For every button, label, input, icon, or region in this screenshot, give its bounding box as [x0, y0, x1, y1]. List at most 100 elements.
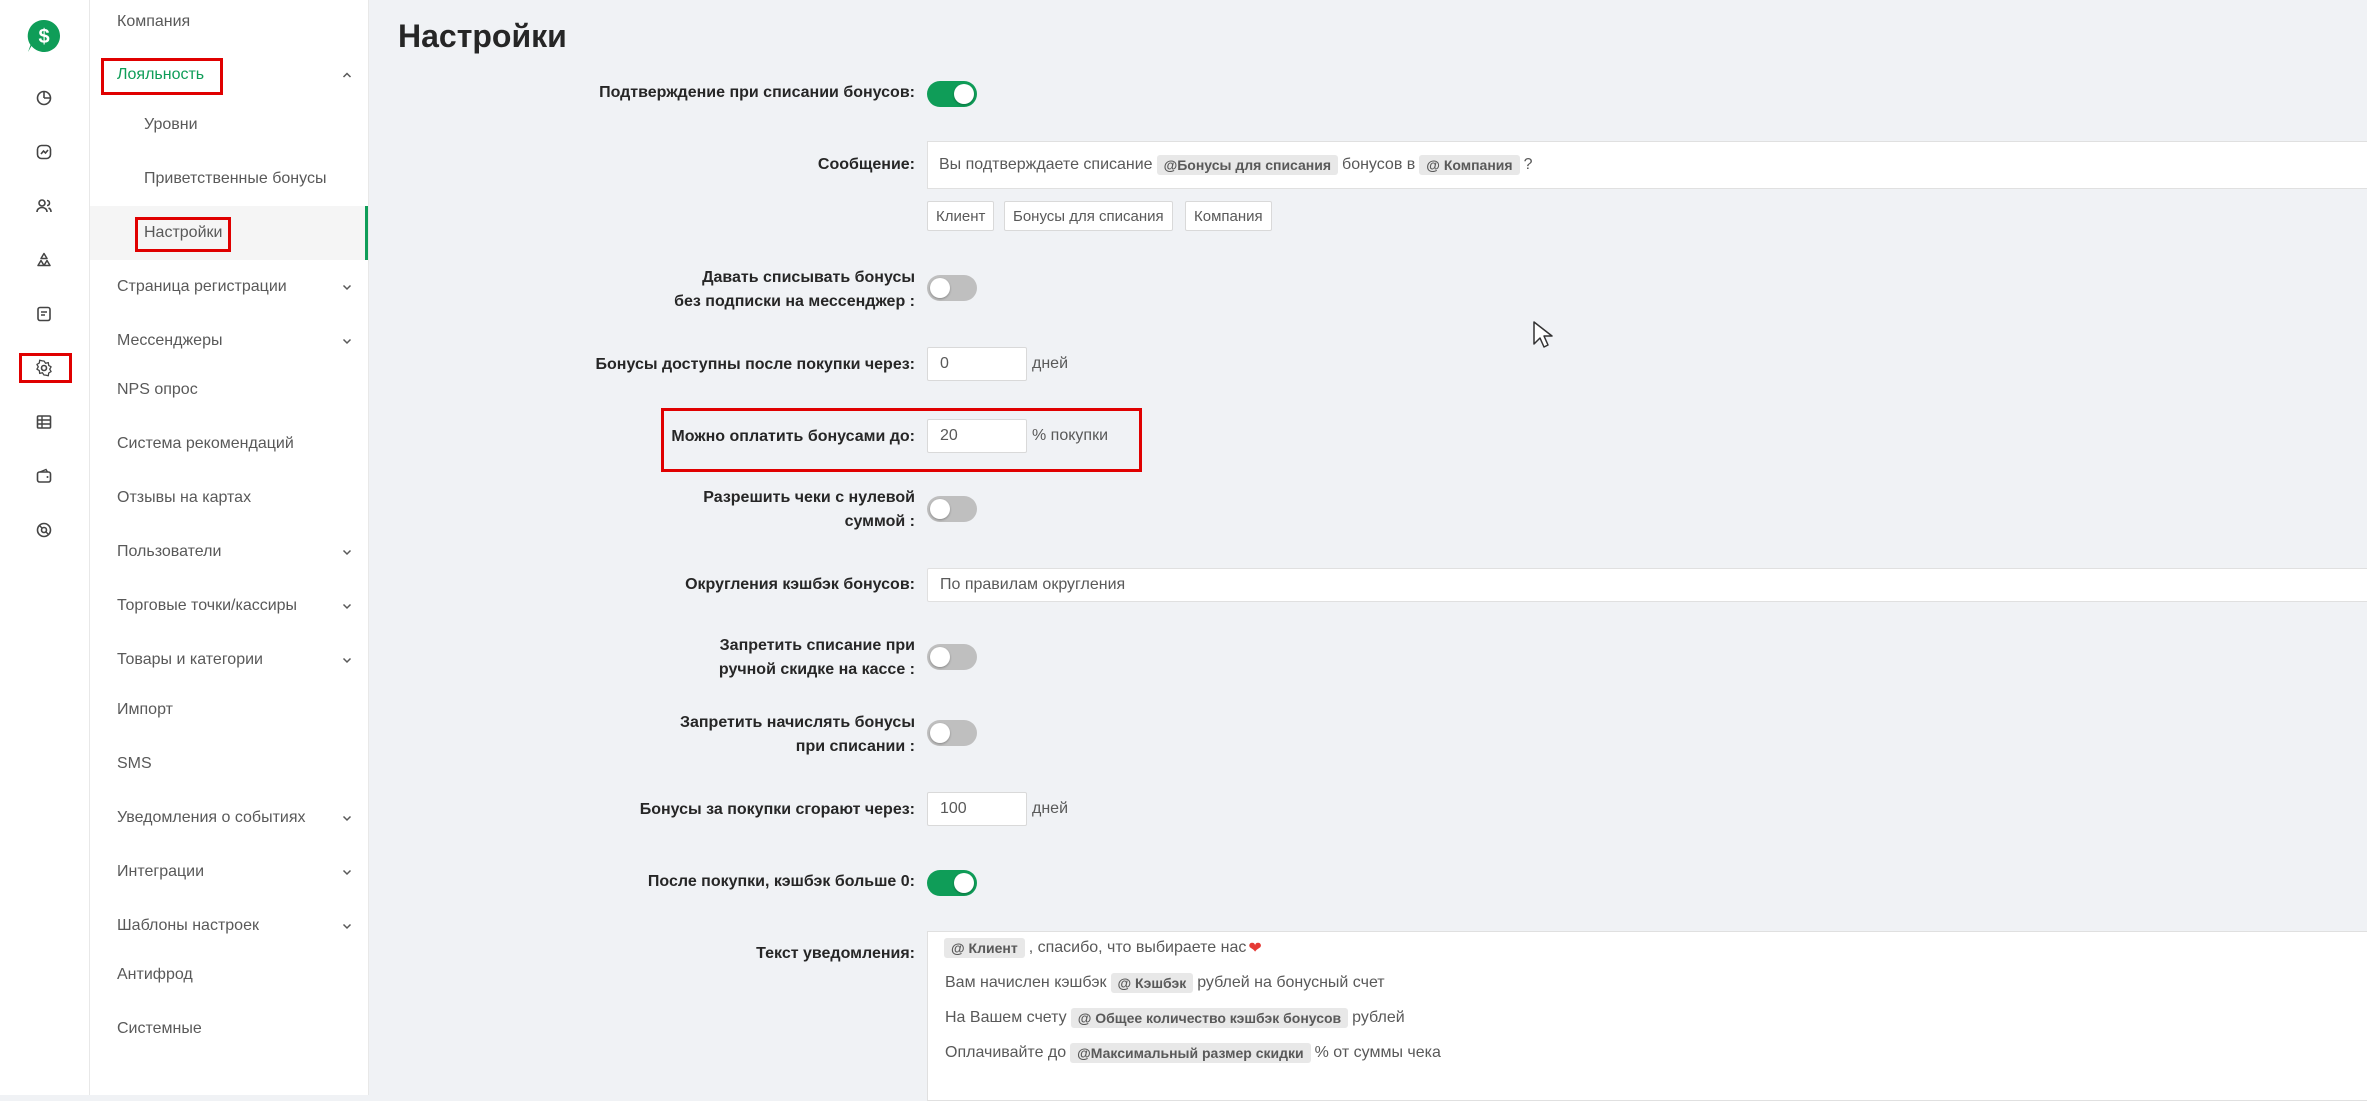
nav-levels[interactable]: Уровни: [90, 98, 368, 152]
notification-label: Текст уведомления:: [756, 945, 915, 962]
chevron-down-icon: [342, 869, 352, 876]
nav-import[interactable]: Импорт: [90, 683, 368, 737]
chevron-down-icon: [342, 338, 352, 345]
nav-loyalty[interactable]: Лояльность: [90, 48, 368, 102]
chevron-up-icon: [342, 72, 352, 78]
label-line: без подписки на мессенджер :: [674, 293, 915, 310]
chevron-down-icon: [342, 603, 352, 610]
nav-label: Отзывы на картах: [117, 489, 252, 506]
notification-text: Оплачивайте до: [945, 1044, 1067, 1061]
label-line: Давать списывать бонусы: [702, 269, 915, 286]
recycle-icon[interactable]: [32, 248, 56, 272]
insert-company-button[interactable]: Компания: [1185, 201, 1272, 231]
settings-icon[interactable]: [32, 356, 56, 380]
nav-label: SMS: [117, 755, 152, 772]
tag-bonuses-for-writeoff: @Бонусы для списания: [1156, 155, 1339, 175]
page-title: Настройки: [398, 18, 567, 54]
toggle-knob: [954, 84, 974, 104]
table-icon[interactable]: [32, 410, 56, 434]
writeoff-without-sub-label: Давать списывать бонусы без подписки на …: [674, 266, 915, 314]
tag-company: @ Компания: [1419, 155, 1520, 175]
confirm-writeoff-label: Подтверждение при списании бонусов:: [599, 84, 915, 101]
nav-label: Уведомления о событиях: [117, 809, 306, 826]
nav-products[interactable]: Товары и категории: [90, 633, 368, 687]
nav-label: Торговые точки/кассиры: [117, 597, 298, 614]
nav-settings[interactable]: Настройки: [90, 206, 368, 260]
nav-recommendations[interactable]: Система рекомендаций: [90, 417, 368, 471]
logo-dollar-icon[interactable]: $: [26, 18, 62, 54]
pay-up-to-unit: % покупки: [1032, 427, 1109, 444]
nav-points[interactable]: Торговые точки/кассиры: [90, 579, 368, 633]
nav-label: Компания: [117, 13, 191, 30]
chevron-down-icon: [342, 657, 352, 664]
notification-text: рублей на бонусный счет: [1197, 974, 1385, 991]
nav-label: Приветственные бонусы: [144, 170, 327, 187]
insert-bonuses-button[interactable]: Бонусы для списания: [1004, 201, 1173, 231]
notification-editor[interactable]: @ Клиент , спасибо, что выбираете нас ❤ …: [927, 931, 2367, 1101]
nav-company[interactable]: Компания: [90, 0, 368, 49]
nav-label: NPS опрос: [117, 381, 198, 398]
nav-users[interactable]: Пользователи: [90, 525, 368, 579]
nav-label: Пользователи: [117, 543, 222, 560]
notification-line: @ Клиент , спасибо, что выбираете нас ❤: [940, 938, 1262, 958]
nav-messengers[interactable]: Мессенджеры: [90, 314, 368, 368]
nav-label: Товары и категории: [117, 651, 263, 668]
toggle-knob: [930, 499, 950, 519]
label-line: Запретить списание при: [719, 637, 915, 654]
tag-client: @ Клиент: [944, 938, 1025, 958]
nav-antifraud[interactable]: Антифрод: [90, 948, 368, 1002]
notification-text: , спасибо, что выбираете нас: [1028, 939, 1247, 956]
notification-line: Оплачивайте до @Максимальный размер скид…: [945, 1043, 1441, 1063]
expire-after-label: Бонусы за покупки сгорают через:: [639, 801, 915, 818]
pay-up-to-input[interactable]: 20: [927, 419, 1027, 453]
message-text: бонусов в: [1342, 156, 1416, 173]
rounding-select[interactable]: По правилам округления: [927, 568, 2367, 602]
notification-line: Вам начислен кэшбэк @ Кэшбэк рублей на б…: [945, 973, 1385, 993]
main-content: Настройки Подтверждение при списании бон…: [369, 0, 2367, 1101]
toggle-knob: [930, 647, 950, 667]
notification-line: На Вашем счету @ Общее количество кэшбэк…: [945, 1008, 1405, 1028]
dashboard-icon[interactable]: [32, 86, 56, 110]
nav-label: Импорт: [117, 701, 173, 718]
nav-sms[interactable]: SMS: [90, 737, 368, 791]
users-icon[interactable]: [32, 194, 56, 218]
nav-templates[interactable]: Шаблоны настроек: [90, 899, 368, 953]
toggle-knob: [954, 873, 974, 893]
reports-icon[interactable]: [32, 302, 56, 326]
nav-label: Антифрод: [117, 966, 193, 983]
nav-system[interactable]: Системные: [90, 1002, 368, 1056]
support-icon[interactable]: [32, 518, 56, 542]
analytics-icon[interactable]: [32, 140, 56, 164]
writeoff-without-sub-toggle[interactable]: [927, 275, 977, 301]
nav-label: Настройки: [144, 224, 223, 241]
after-purchase-label: После покупки, кэшбэк больше 0:: [647, 873, 915, 890]
wallet-icon[interactable]: [32, 464, 56, 488]
message-editor[interactable]: Вы подтверждаете списание @Бонусы для сп…: [927, 141, 2367, 189]
expire-after-unit: дней: [1032, 800, 1069, 817]
tag-cashback: @ Кэшбэк: [1110, 973, 1194, 993]
expire-after-input[interactable]: 100: [927, 792, 1027, 826]
insert-client-button[interactable]: Клиент: [927, 201, 995, 231]
label-line: суммой :: [844, 513, 915, 530]
forbid-accrual-toggle[interactable]: [927, 720, 977, 746]
confirm-writeoff-toggle[interactable]: [927, 81, 977, 107]
nav-label: Мессенджеры: [117, 332, 223, 349]
available-after-input[interactable]: 0: [927, 347, 1027, 381]
nav-registration-page[interactable]: Страница регистрации: [90, 260, 368, 314]
chevron-down-icon: [342, 284, 352, 291]
nav-label: Системные: [117, 1020, 202, 1037]
nav-integrations[interactable]: Интеграции: [90, 845, 368, 899]
nav-map-reviews[interactable]: Отзывы на картах: [90, 471, 368, 525]
message-label: Сообщение:: [817, 156, 915, 173]
forbid-manual-discount-label: Запретить списание при ручной скидке на …: [719, 634, 915, 682]
available-after-label: Бонусы доступны после покупки через:: [595, 356, 916, 373]
forbid-manual-discount-toggle[interactable]: [927, 644, 977, 670]
nav-label: Уровни: [144, 116, 198, 133]
after-purchase-toggle[interactable]: [927, 870, 977, 896]
nav-label: Шаблоны настроек: [117, 917, 259, 934]
nav-nps[interactable]: NPS опрос: [90, 363, 368, 417]
nav-welcome-bonuses[interactable]: Приветственные бонусы: [90, 152, 368, 206]
zero-checks-toggle[interactable]: [927, 496, 977, 522]
notification-text: % от суммы чека: [1314, 1044, 1441, 1061]
nav-event-notifications[interactable]: Уведомления о событиях: [90, 791, 368, 845]
